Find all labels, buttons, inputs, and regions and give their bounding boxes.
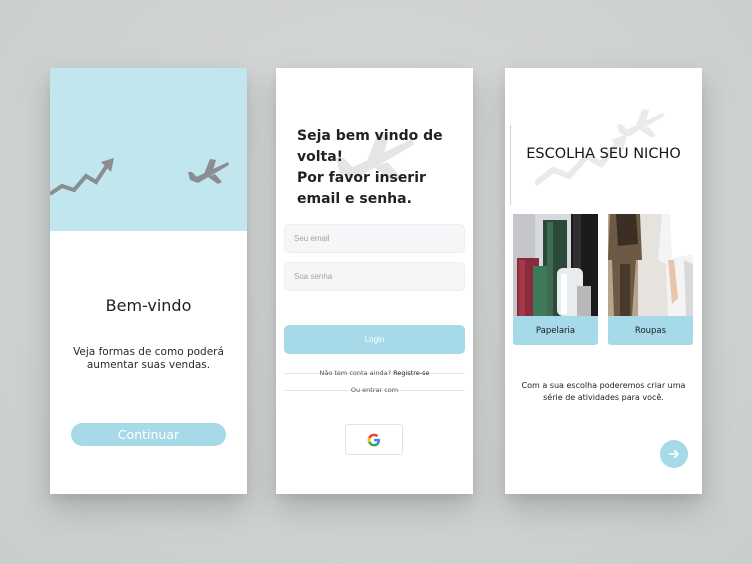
niche-option-label: Papelaria — [513, 316, 598, 345]
register-prompt: Não tem conta ainda? Registre-se — [276, 369, 473, 377]
no-account-text: Não tem conta ainda? — [319, 369, 392, 377]
welcome-title: Bem-vindo — [105, 296, 192, 315]
google-sign-in-button[interactable] — [345, 424, 403, 455]
niche-option-papelaria[interactable]: Papelaria — [513, 214, 598, 345]
welcome-hero — [50, 68, 247, 231]
trending-up-icon — [50, 158, 114, 196]
register-link[interactable]: Registre-se — [393, 369, 429, 377]
login-button[interactable]: Login — [284, 325, 465, 354]
password-field[interactable] — [284, 262, 465, 291]
next-button[interactable] — [660, 440, 688, 468]
stationery-image — [513, 214, 598, 316]
email-field[interactable] — [284, 224, 465, 253]
welcome-screen: Bem-vindo Veja formas de como poderá aum… — [50, 68, 247, 494]
continue-button[interactable]: Continuar — [71, 423, 226, 446]
arrow-right-icon — [668, 449, 679, 459]
niche-option-roupas[interactable]: Roupas — [608, 214, 693, 345]
welcome-subtitle: Veja formas de como poderá aumentar suas… — [73, 346, 224, 371]
google-icon — [367, 433, 381, 446]
login-title: Seja bem vindo de volta! Por favor inser… — [297, 128, 443, 207]
clothing-image — [608, 214, 693, 316]
or-sign-in-with-text: Ou entrar com — [350, 386, 399, 394]
decorative-line — [510, 125, 511, 205]
niche-title: ESCOLHA SEU NICHO — [526, 146, 681, 162]
login-screen: Seja bem vindo de volta! Por favor inser… — [276, 68, 473, 494]
airplane-icon — [188, 159, 229, 184]
niche-option-label: Roupas — [608, 316, 693, 345]
niche-description: Com a sua escolha poderemos criar uma sé… — [521, 381, 686, 402]
niche-screen: ESCOLHA SEU NICHO Papelaria Roupas Com a… — [505, 68, 702, 494]
